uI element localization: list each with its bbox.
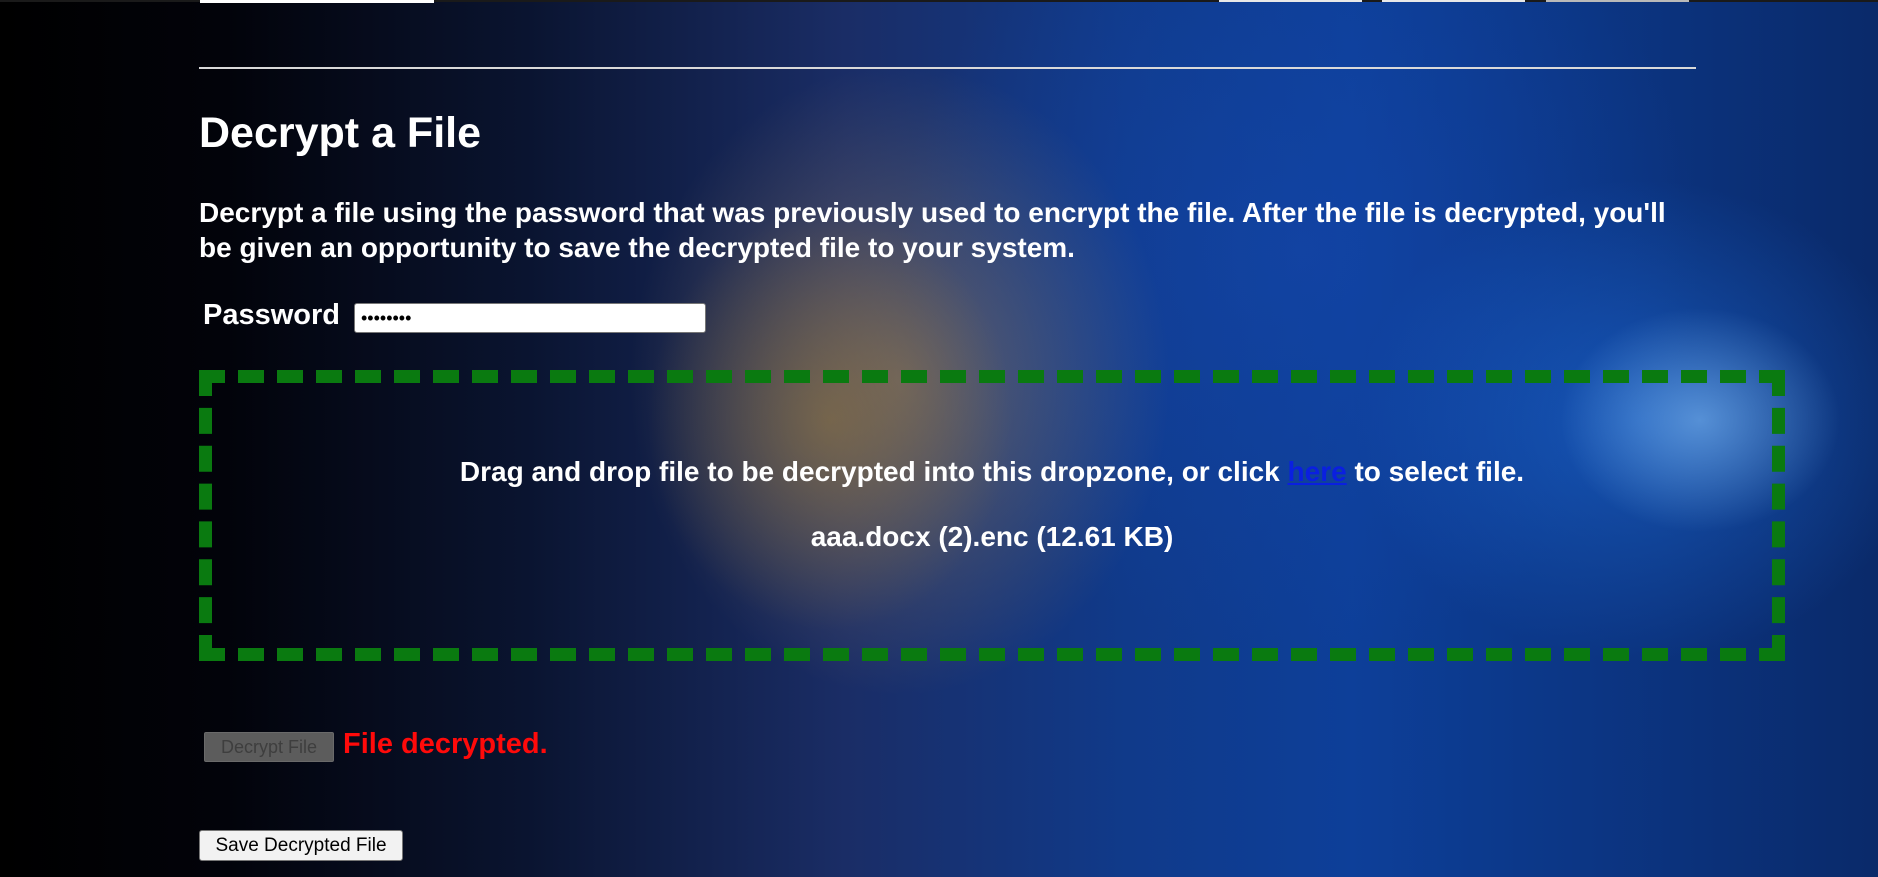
page-description: Decrypt a file using the password that w… [199,197,1666,263]
password-input[interactable] [354,303,706,333]
status-message: File decrypted. [343,728,548,760]
password-label: Password [203,299,340,331]
page-title: Decrypt a File [199,109,481,157]
decrypt-file-button[interactable]: Decrypt File [204,732,334,762]
select-file-link[interactable]: here [1288,456,1347,487]
nav-link-1[interactable] [1219,0,1362,2]
site-logo[interactable] [200,0,434,3]
file-dropzone[interactable]: Drag and drop file to be decrypted into … [199,370,1785,661]
nav-link-3[interactable] [1546,0,1689,2]
dropzone-instruction-suffix: to select file. [1346,456,1525,487]
header-divider [199,67,1696,69]
dropzone-instruction-text: Drag and drop file to be decrypted into … [459,456,1288,487]
save-decrypted-file-button[interactable]: Save Decrypted File [199,830,403,861]
selected-file-info: aaa.docx (2).enc (12.61 KB) [810,521,1174,552]
dropzone-instructions: Drag and drop file to be decrypted into … [212,455,1772,489]
nav-link-2[interactable] [1382,0,1525,2]
